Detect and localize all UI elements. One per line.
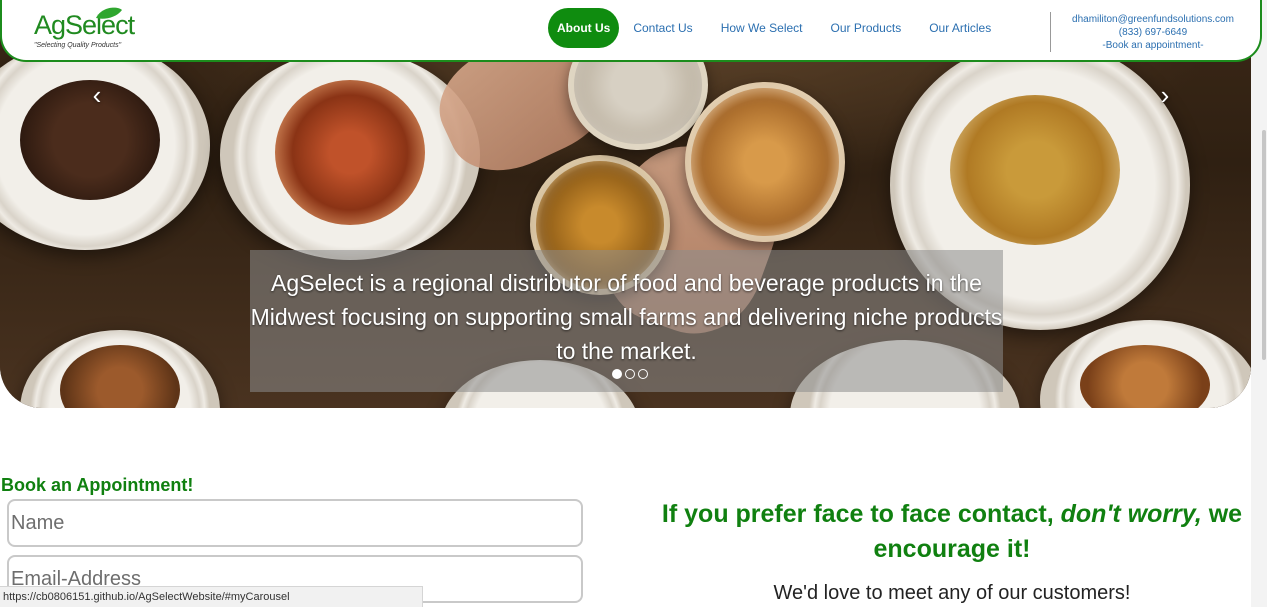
logo[interactable]: AgSelect "Selecting Quality Products": [32, 6, 135, 52]
carousel-indicators: [612, 369, 648, 379]
carousel-indicator-1[interactable]: [612, 369, 622, 379]
main-nav: About Us Contact Us How We Select Our Pr…: [548, 8, 1005, 48]
logo-tagline: "Selecting Quality Products": [34, 42, 122, 49]
nav-our-articles[interactable]: Our Articles: [915, 8, 1005, 48]
nav-our-products[interactable]: Our Products: [817, 8, 916, 48]
face-to-face-heading: If you prefer face to face contact, don'…: [652, 497, 1252, 567]
status-bar-url: https://cb0806151.github.io/AgSelectWebs…: [0, 586, 423, 607]
scrollbar-thumb[interactable]: [1262, 130, 1266, 360]
nav-contact-us[interactable]: Contact Us: [619, 8, 706, 48]
contact-phone[interactable]: (833) 697-6649: [1060, 26, 1246, 39]
contact-block: dhamiliton@greenfundsolutions.com (833) …: [1060, 13, 1246, 52]
contact-email[interactable]: dhamiliton@greenfundsolutions.com: [1060, 13, 1246, 26]
leaf-icon: [96, 7, 122, 19]
book-appointment-title: Book an Appointment!: [1, 475, 194, 495]
face-to-face-subtext: We'd love to meet any of our customers!: [773, 582, 1131, 604]
nav-how-we-select[interactable]: How We Select: [707, 8, 817, 48]
carousel-prev-icon[interactable]: ‹: [82, 80, 112, 110]
book-appointment-link[interactable]: -Book an appointment-: [1060, 39, 1246, 52]
heading-part1: If you prefer face to face contact,: [661, 500, 1061, 528]
nav-about-us[interactable]: About Us: [548, 8, 620, 48]
carousel-indicator-2[interactable]: [625, 369, 635, 379]
name-input[interactable]: [7, 499, 583, 547]
nav-divider: [1050, 12, 1051, 52]
heading-emphasis: don't worry,: [1060, 500, 1202, 528]
carousel-indicator-3[interactable]: [638, 369, 648, 379]
carousel-next-icon[interactable]: ›: [1150, 80, 1180, 110]
navbar: AgSelect "Selecting Quality Products" Ab…: [0, 0, 1262, 62]
